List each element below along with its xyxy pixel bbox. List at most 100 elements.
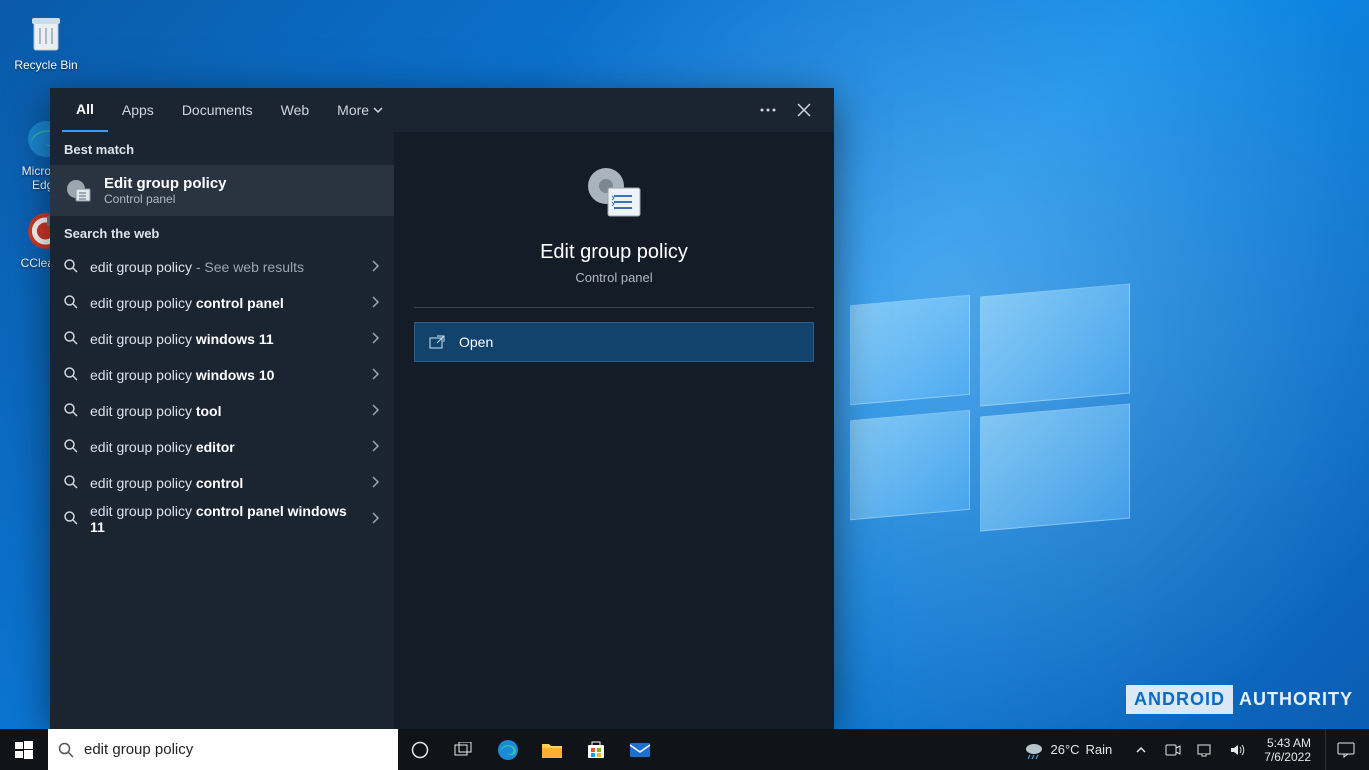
best-match-subtitle: Control panel <box>104 192 227 206</box>
ellipsis-icon <box>760 108 776 112</box>
search-icon <box>64 367 78 384</box>
search-filter-tabs: All Apps Documents Web More <box>50 88 834 132</box>
start-search-panel: All Apps Documents Web More Best match E… <box>50 88 834 729</box>
chevron-right-icon <box>370 259 380 275</box>
search-web-header: Search the web <box>50 216 394 249</box>
best-match-item[interactable]: Edit group policy Control panel <box>50 165 394 216</box>
web-result-row[interactable]: edit group policy control panel <box>50 285 394 321</box>
result-detail-pane: Edit group policy Control panel Open <box>394 132 834 729</box>
mail-icon <box>629 741 651 759</box>
close-button[interactable] <box>786 92 822 128</box>
tray-meet-now[interactable] <box>1160 743 1186 757</box>
desktop-icon-recycle-bin[interactable]: Recycle Bin <box>8 10 84 72</box>
weather-icon <box>1024 741 1044 759</box>
chevron-down-icon <box>373 105 383 115</box>
tab-more[interactable]: More <box>323 88 397 132</box>
chevron-right-icon <box>370 403 380 419</box>
search-input[interactable] <box>84 741 388 758</box>
notification-icon <box>1337 742 1355 758</box>
open-button-label: Open <box>459 334 493 350</box>
web-result-text: edit group policy control panel <box>90 295 284 311</box>
web-result-text: edit group policy editor <box>90 439 235 455</box>
best-match-header: Best match <box>50 132 394 165</box>
weather-cond: Rain <box>1086 742 1113 757</box>
web-result-row[interactable]: edit group policy windows 11 <box>50 321 394 357</box>
chevron-right-icon <box>370 331 380 347</box>
more-options-button[interactable] <box>750 92 786 128</box>
tab-apps[interactable]: Apps <box>108 88 168 132</box>
edge-icon <box>497 739 519 761</box>
web-result-row[interactable]: edit group policy control panel windows … <box>50 501 394 537</box>
chevron-up-icon <box>1136 745 1146 755</box>
pinned-store[interactable] <box>574 729 618 770</box>
best-match-title: Edit group policy <box>104 175 227 192</box>
web-result-row[interactable]: edit group policy - See web results <box>50 249 394 285</box>
recycle-bin-icon <box>24 10 68 54</box>
task-view-icon <box>454 742 474 758</box>
weather-temp: 26°C <box>1050 742 1079 757</box>
web-result-text: edit group policy windows 10 <box>90 367 274 383</box>
pinned-mail[interactable] <box>618 729 662 770</box>
web-result-row[interactable]: edit group policy windows 10 <box>50 357 394 393</box>
open-button[interactable]: Open <box>414 322 814 362</box>
chevron-right-icon <box>370 295 380 311</box>
web-result-text: edit group policy tool <box>90 403 222 419</box>
chevron-right-icon <box>370 475 380 491</box>
taskbar-search[interactable] <box>48 729 398 770</box>
search-icon <box>64 403 78 420</box>
watermark-box: ANDROID <box>1126 685 1233 714</box>
windows-icon <box>15 741 33 759</box>
control-panel-icon <box>64 177 92 205</box>
pinned-edge[interactable] <box>486 729 530 770</box>
weather-widget[interactable]: 26°C Rain <box>1014 741 1122 759</box>
web-result-row[interactable]: edit group policy editor <box>50 429 394 465</box>
tab-documents[interactable]: Documents <box>168 88 267 132</box>
control-panel-icon <box>582 164 646 225</box>
volume-icon <box>1229 743 1245 757</box>
chevron-right-icon <box>370 367 380 383</box>
open-icon <box>429 335 445 349</box>
detail-title: Edit group policy <box>540 241 688 264</box>
tray-volume[interactable] <box>1224 743 1250 757</box>
search-icon <box>64 295 78 312</box>
search-icon <box>64 439 78 456</box>
detail-subtitle: Control panel <box>575 270 652 285</box>
close-icon <box>797 103 811 117</box>
tray-overflow[interactable] <box>1128 745 1154 755</box>
network-icon <box>1197 743 1213 757</box>
desktop-icon-label: Recycle Bin <box>14 58 77 72</box>
circle-icon <box>411 741 429 759</box>
taskbar: 26°C Rain 5:43 AM 7/6/2022 <box>0 729 1369 770</box>
search-icon <box>58 742 74 758</box>
cortana-button[interactable] <box>398 729 442 770</box>
system-tray: 26°C Rain 5:43 AM 7/6/2022 <box>1014 729 1369 770</box>
web-result-row[interactable]: edit group policy tool <box>50 393 394 429</box>
web-result-text: edit group policy control <box>90 475 243 491</box>
web-result-text: edit group policy windows 11 <box>90 331 274 347</box>
search-icon <box>64 259 78 276</box>
pinned-explorer[interactable] <box>530 729 574 770</box>
watermark: ANDROID AUTHORITY <box>1126 685 1353 714</box>
chevron-right-icon <box>370 511 380 527</box>
tab-web[interactable]: Web <box>267 88 324 132</box>
store-icon <box>586 740 606 760</box>
search-icon <box>64 511 78 528</box>
windows-logo-wallpaper <box>850 280 1130 540</box>
folder-icon <box>541 741 563 759</box>
clock-time: 5:43 AM <box>1264 736 1311 750</box>
chevron-right-icon <box>370 439 380 455</box>
task-view-button[interactable] <box>442 729 486 770</box>
web-result-row[interactable]: edit group policy control <box>50 465 394 501</box>
tray-network[interactable] <box>1192 743 1218 757</box>
results-list: Best match Edit group policy Control pan… <box>50 132 394 729</box>
taskbar-clock[interactable]: 5:43 AM 7/6/2022 <box>1256 736 1319 764</box>
clock-date: 7/6/2022 <box>1264 750 1311 764</box>
camera-icon <box>1165 743 1181 757</box>
start-button[interactable] <box>0 729 48 770</box>
web-result-text: edit group policy - See web results <box>90 259 304 275</box>
watermark-plain: AUTHORITY <box>1239 689 1353 710</box>
tab-all[interactable]: All <box>62 88 108 132</box>
action-center-button[interactable] <box>1325 729 1365 770</box>
search-icon <box>64 475 78 492</box>
search-icon <box>64 331 78 348</box>
